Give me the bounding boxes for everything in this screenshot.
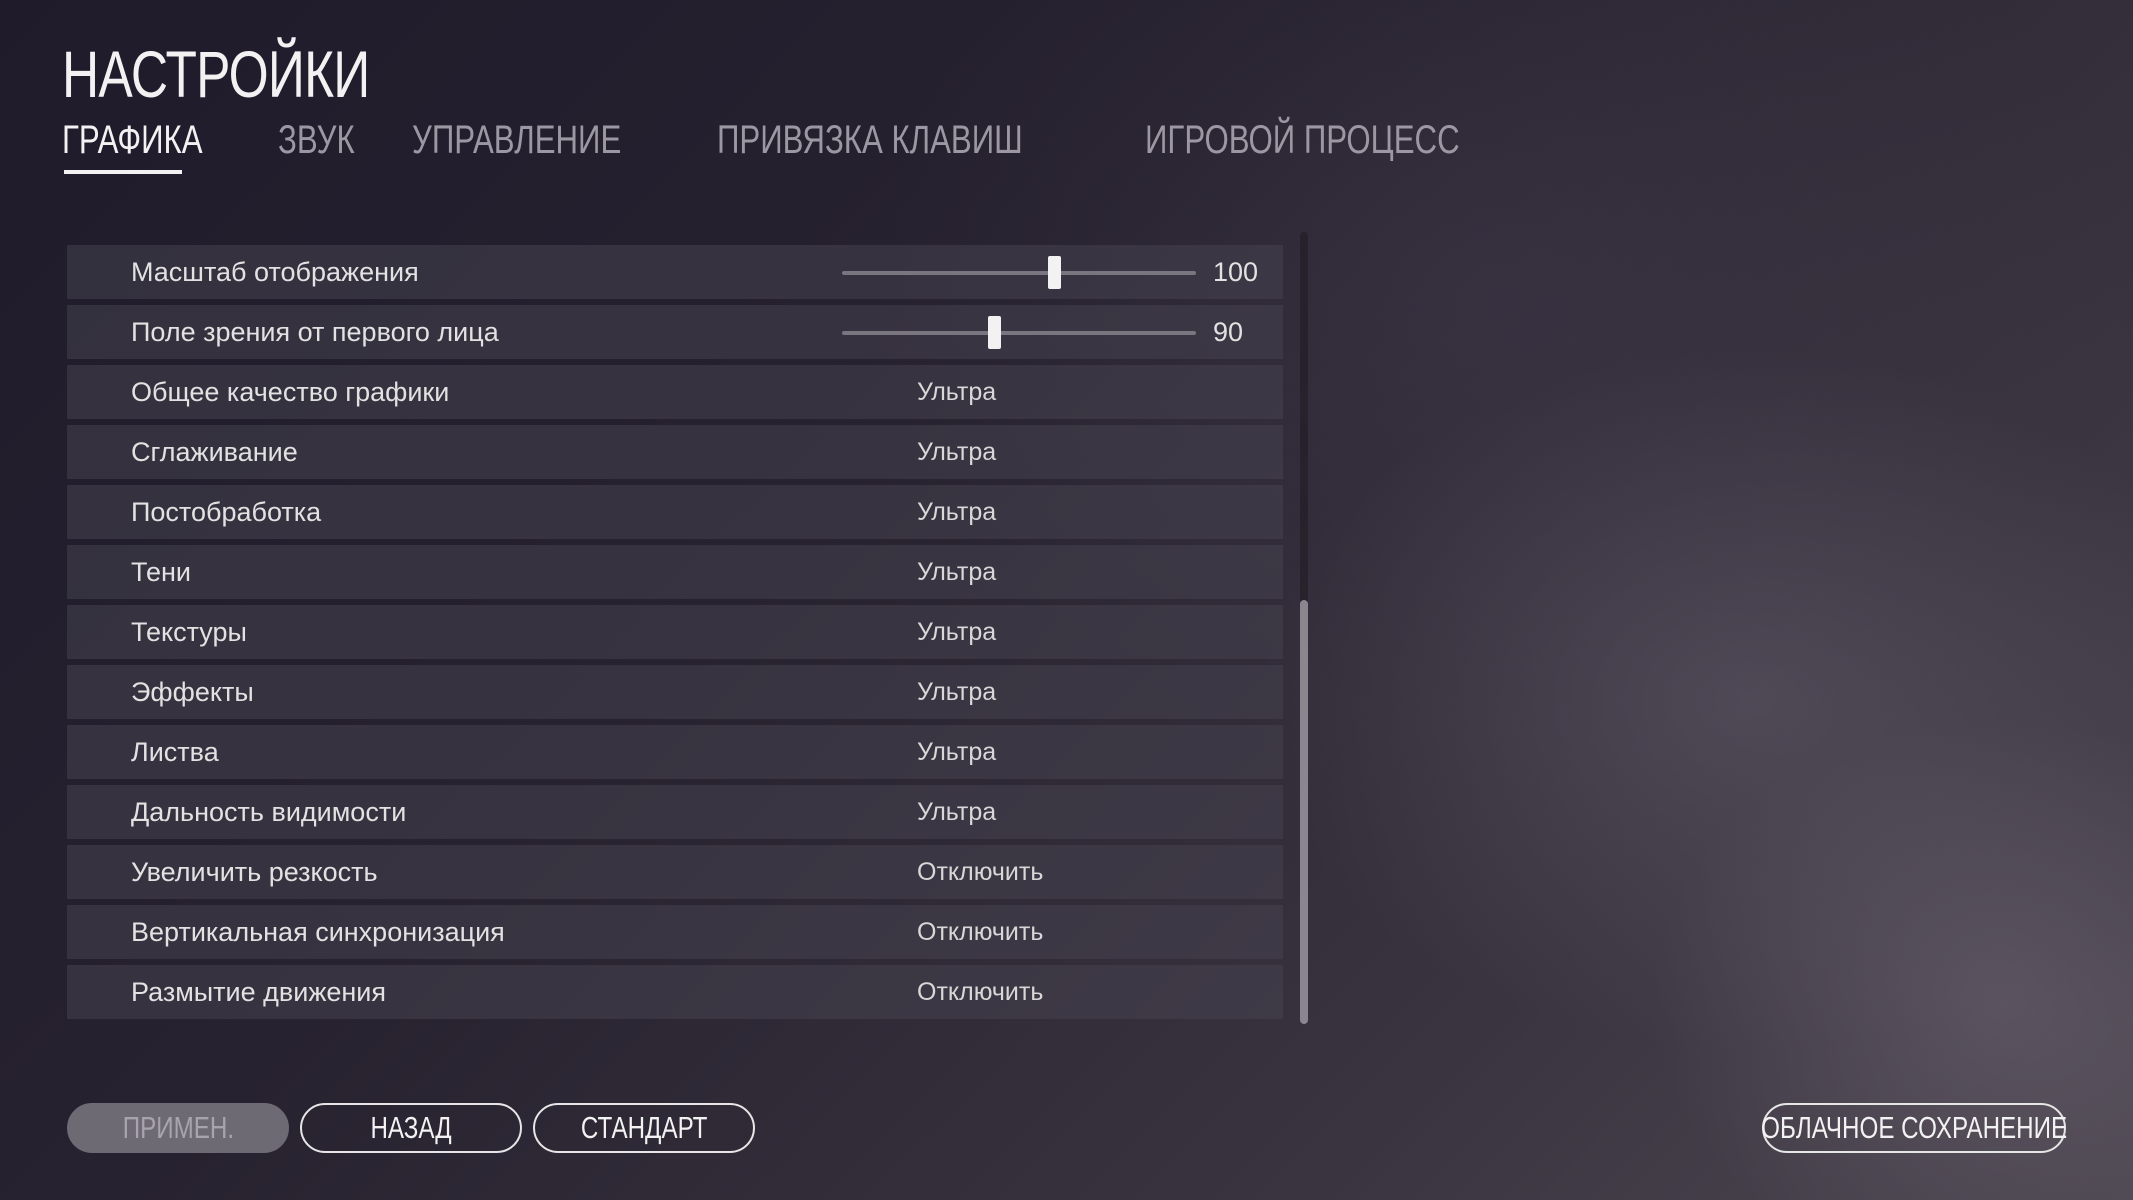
- cloud-save-button-label: ОБЛАЧНОЕ СОХРАНЕНИЕ: [1760, 1110, 2068, 1145]
- tab-graphics[interactable]: ГРАФИКА: [62, 118, 278, 174]
- setting-label: Дальность видимости: [131, 797, 407, 827]
- tab-controls[interactable]: УПРАВЛЕНИЕ: [412, 118, 716, 163]
- setting-value: Отключить: [917, 858, 1044, 886]
- setting-label: Эффекты: [131, 677, 254, 707]
- tab-gameplay[interactable]: ИГРОВОЙ ПРОЦЕСС: [1145, 118, 1584, 163]
- apply-button[interactable]: ПРИМЕН.: [67, 1103, 289, 1153]
- setting-row-shadows[interactable]: Тени Ультра: [67, 545, 1283, 599]
- back-button[interactable]: НАЗАД: [300, 1103, 522, 1153]
- setting-row-display-scale[interactable]: Масштаб отображения 100: [67, 245, 1283, 299]
- tab-keybindings[interactable]: ПРИВЯЗКА КЛАВИШ: [717, 118, 1145, 163]
- setting-value: Ультра: [917, 498, 997, 526]
- fov-value: 90: [1213, 317, 1244, 347]
- setting-row-antialiasing[interactable]: Сглаживание Ультра: [67, 425, 1283, 479]
- setting-row-textures[interactable]: Текстуры Ультра: [67, 605, 1283, 659]
- setting-label: Листва: [131, 737, 219, 767]
- setting-row-foliage[interactable]: Листва Ультра: [67, 725, 1283, 779]
- default-button[interactable]: СТАНДАРТ: [533, 1103, 755, 1153]
- setting-label: Размытие движения: [131, 977, 387, 1007]
- setting-row-fov[interactable]: Поле зрения от первого лица 90: [67, 305, 1283, 359]
- setting-label: Сглаживание: [131, 437, 298, 467]
- cloud-save-button[interactable]: ОБЛАЧНОЕ СОХРАНЕНИЕ: [1760, 1103, 2068, 1153]
- setting-row-effects[interactable]: Эффекты Ультра: [67, 665, 1283, 719]
- tab-controls-label: УПРАВЛЕНИЕ: [412, 118, 622, 162]
- default-button-label: СТАНДАРТ: [580, 1110, 708, 1145]
- setting-row-view-distance[interactable]: Дальность видимости Ультра: [67, 785, 1283, 839]
- settings-tabs: ГРАФИКА ЗВУК УПРАВЛЕНИЕ ПРИВЯЗКА КЛАВИШ …: [62, 118, 1584, 174]
- setting-row-postprocessing[interactable]: Постобработка Ультра: [67, 485, 1283, 539]
- setting-label: Масштаб отображения: [131, 257, 419, 287]
- tab-sound-label: ЗВУК: [278, 118, 355, 162]
- scrollbar-thumb[interactable]: [1300, 600, 1308, 1024]
- setting-label: Увеличить резкость: [131, 857, 378, 887]
- setting-label: Текстуры: [131, 617, 247, 647]
- setting-value: Отключить: [917, 918, 1044, 946]
- setting-value: Ультра: [917, 798, 997, 826]
- page-title: НАСТРОЙКИ: [62, 37, 370, 111]
- setting-value: Ультра: [917, 678, 997, 706]
- setting-label: Постобработка: [131, 497, 322, 527]
- fov-slider-thumb[interactable]: [987, 316, 1001, 349]
- setting-label: Вертикальная синхронизация: [131, 917, 505, 947]
- tab-gameplay-label: ИГРОВОЙ ПРОЦЕСС: [1144, 118, 1460, 162]
- display-scale-slider-thumb[interactable]: [1047, 256, 1061, 289]
- setting-label: Общее качество графики: [131, 377, 450, 407]
- setting-row-sharpen[interactable]: Увеличить резкость Отключить: [67, 845, 1283, 899]
- settings-list: Масштаб отображения 100 Поле зрения от п…: [67, 245, 1283, 1025]
- display-scale-value: 100: [1213, 257, 1259, 287]
- tab-graphics-label: ГРАФИКА: [62, 118, 203, 162]
- display-scale-slider-track[interactable]: [842, 271, 1196, 275]
- setting-value: Ультра: [917, 738, 997, 766]
- setting-value: Ультра: [917, 618, 997, 646]
- setting-label: Тени: [131, 557, 191, 587]
- setting-row-motion-blur[interactable]: Размытие движения Отключить: [67, 965, 1283, 1019]
- setting-label: Поле зрения от первого лица: [131, 317, 499, 347]
- fov-slider-track[interactable]: [842, 331, 1196, 335]
- apply-button-label: ПРИМЕН.: [122, 1110, 234, 1145]
- setting-value: Ультра: [917, 438, 997, 466]
- setting-value: Отключить: [917, 978, 1044, 1006]
- tab-keybindings-label: ПРИВЯЗКА КЛАВИШ: [716, 118, 1023, 162]
- back-button-label: НАЗАД: [370, 1110, 452, 1145]
- setting-row-vsync[interactable]: Вертикальная синхронизация Отключить: [67, 905, 1283, 959]
- setting-value: Ультра: [917, 378, 997, 406]
- setting-value: Ультра: [917, 558, 997, 586]
- active-tab-underline: [64, 170, 182, 174]
- setting-row-overall-quality[interactable]: Общее качество графики Ультра: [67, 365, 1283, 419]
- tab-sound[interactable]: ЗВУК: [278, 118, 412, 163]
